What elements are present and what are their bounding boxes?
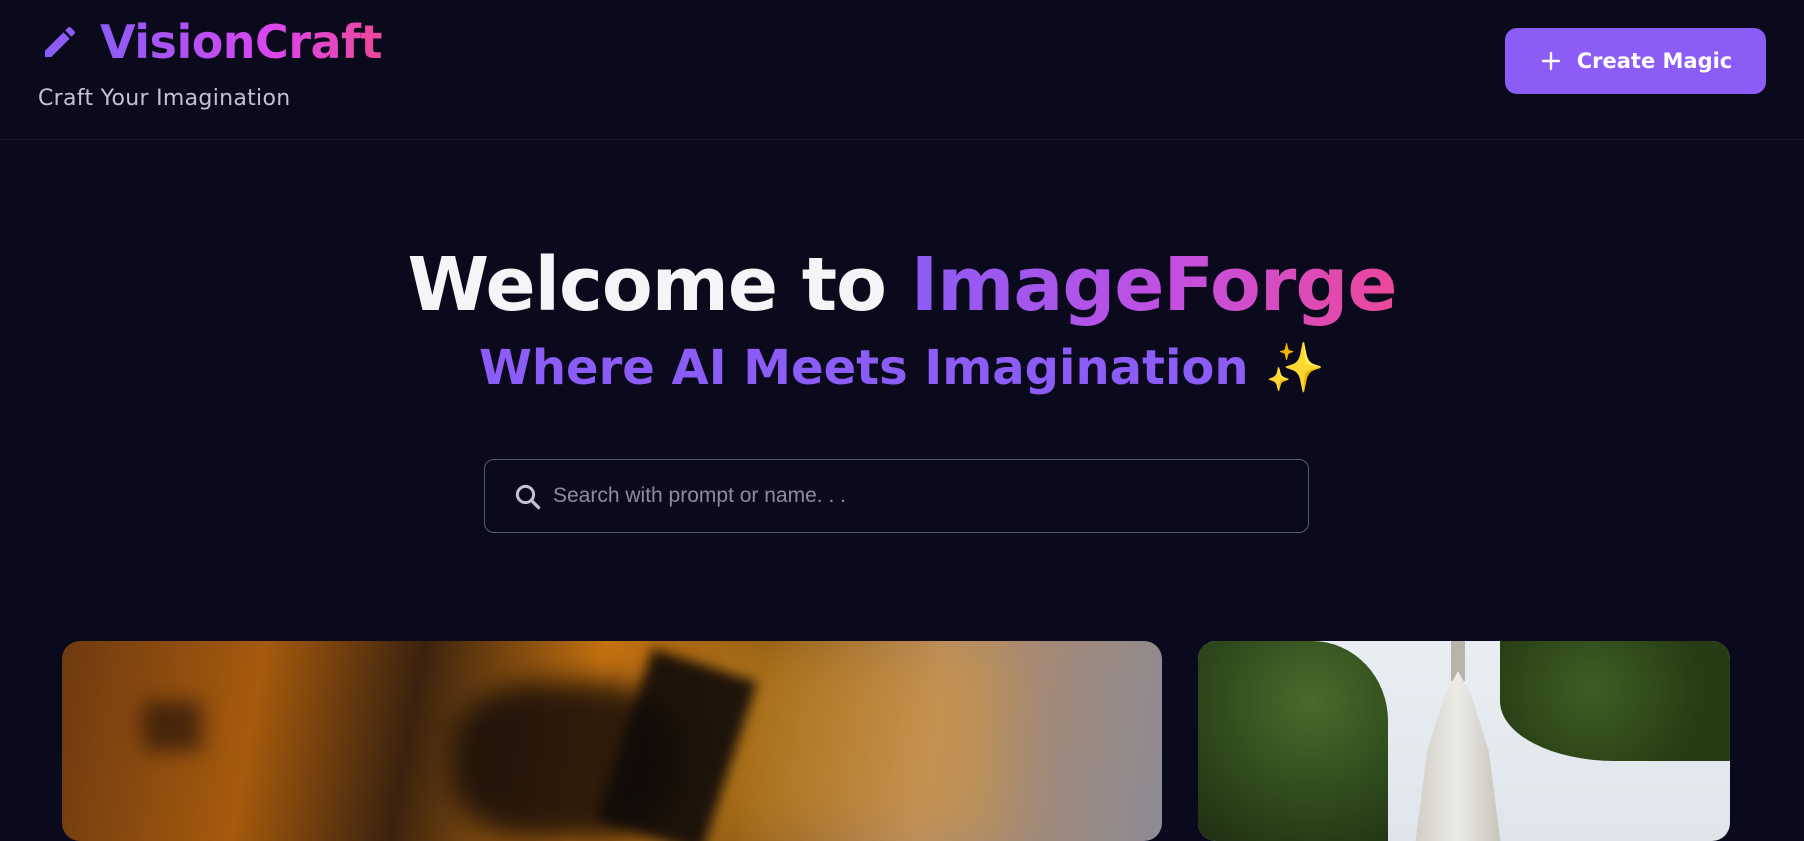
plus-icon (1541, 51, 1560, 71)
gallery-card[interactable] (1198, 641, 1730, 841)
brand[interactable]: VisionCraft (40, 12, 383, 72)
sparkles-icon: ✨ (1265, 340, 1326, 396)
brand-name: VisionCraft (100, 12, 383, 72)
search-bar (484, 459, 1309, 533)
top-header: VisionCraft Craft Your Imagination Creat… (0, 0, 1804, 140)
hero-title-plain: Welcome to (407, 242, 887, 328)
image-tree (1500, 641, 1730, 761)
brand-tagline: Craft Your Imagination (38, 86, 291, 111)
hero-title: Welcome to ImageForge (0, 240, 1804, 330)
image-tree (1198, 641, 1388, 841)
image-highlight (702, 641, 1002, 841)
search-icon (515, 484, 541, 510)
hero-subtitle: Where AI Meets Imagination ✨ (0, 336, 1804, 400)
search-input[interactable] (553, 460, 1293, 532)
gallery-card[interactable] (62, 641, 1162, 841)
image-temple (1411, 671, 1505, 841)
create-magic-label: Create Magic (1576, 49, 1733, 73)
hero-subtitle-text: Where AI Meets Imagination (478, 340, 1249, 396)
image-shape (142, 701, 202, 751)
hero-title-accent: ImageForge (910, 242, 1398, 328)
pencil-icon (45, 26, 76, 57)
create-magic-button[interactable]: Create Magic (1505, 28, 1766, 94)
